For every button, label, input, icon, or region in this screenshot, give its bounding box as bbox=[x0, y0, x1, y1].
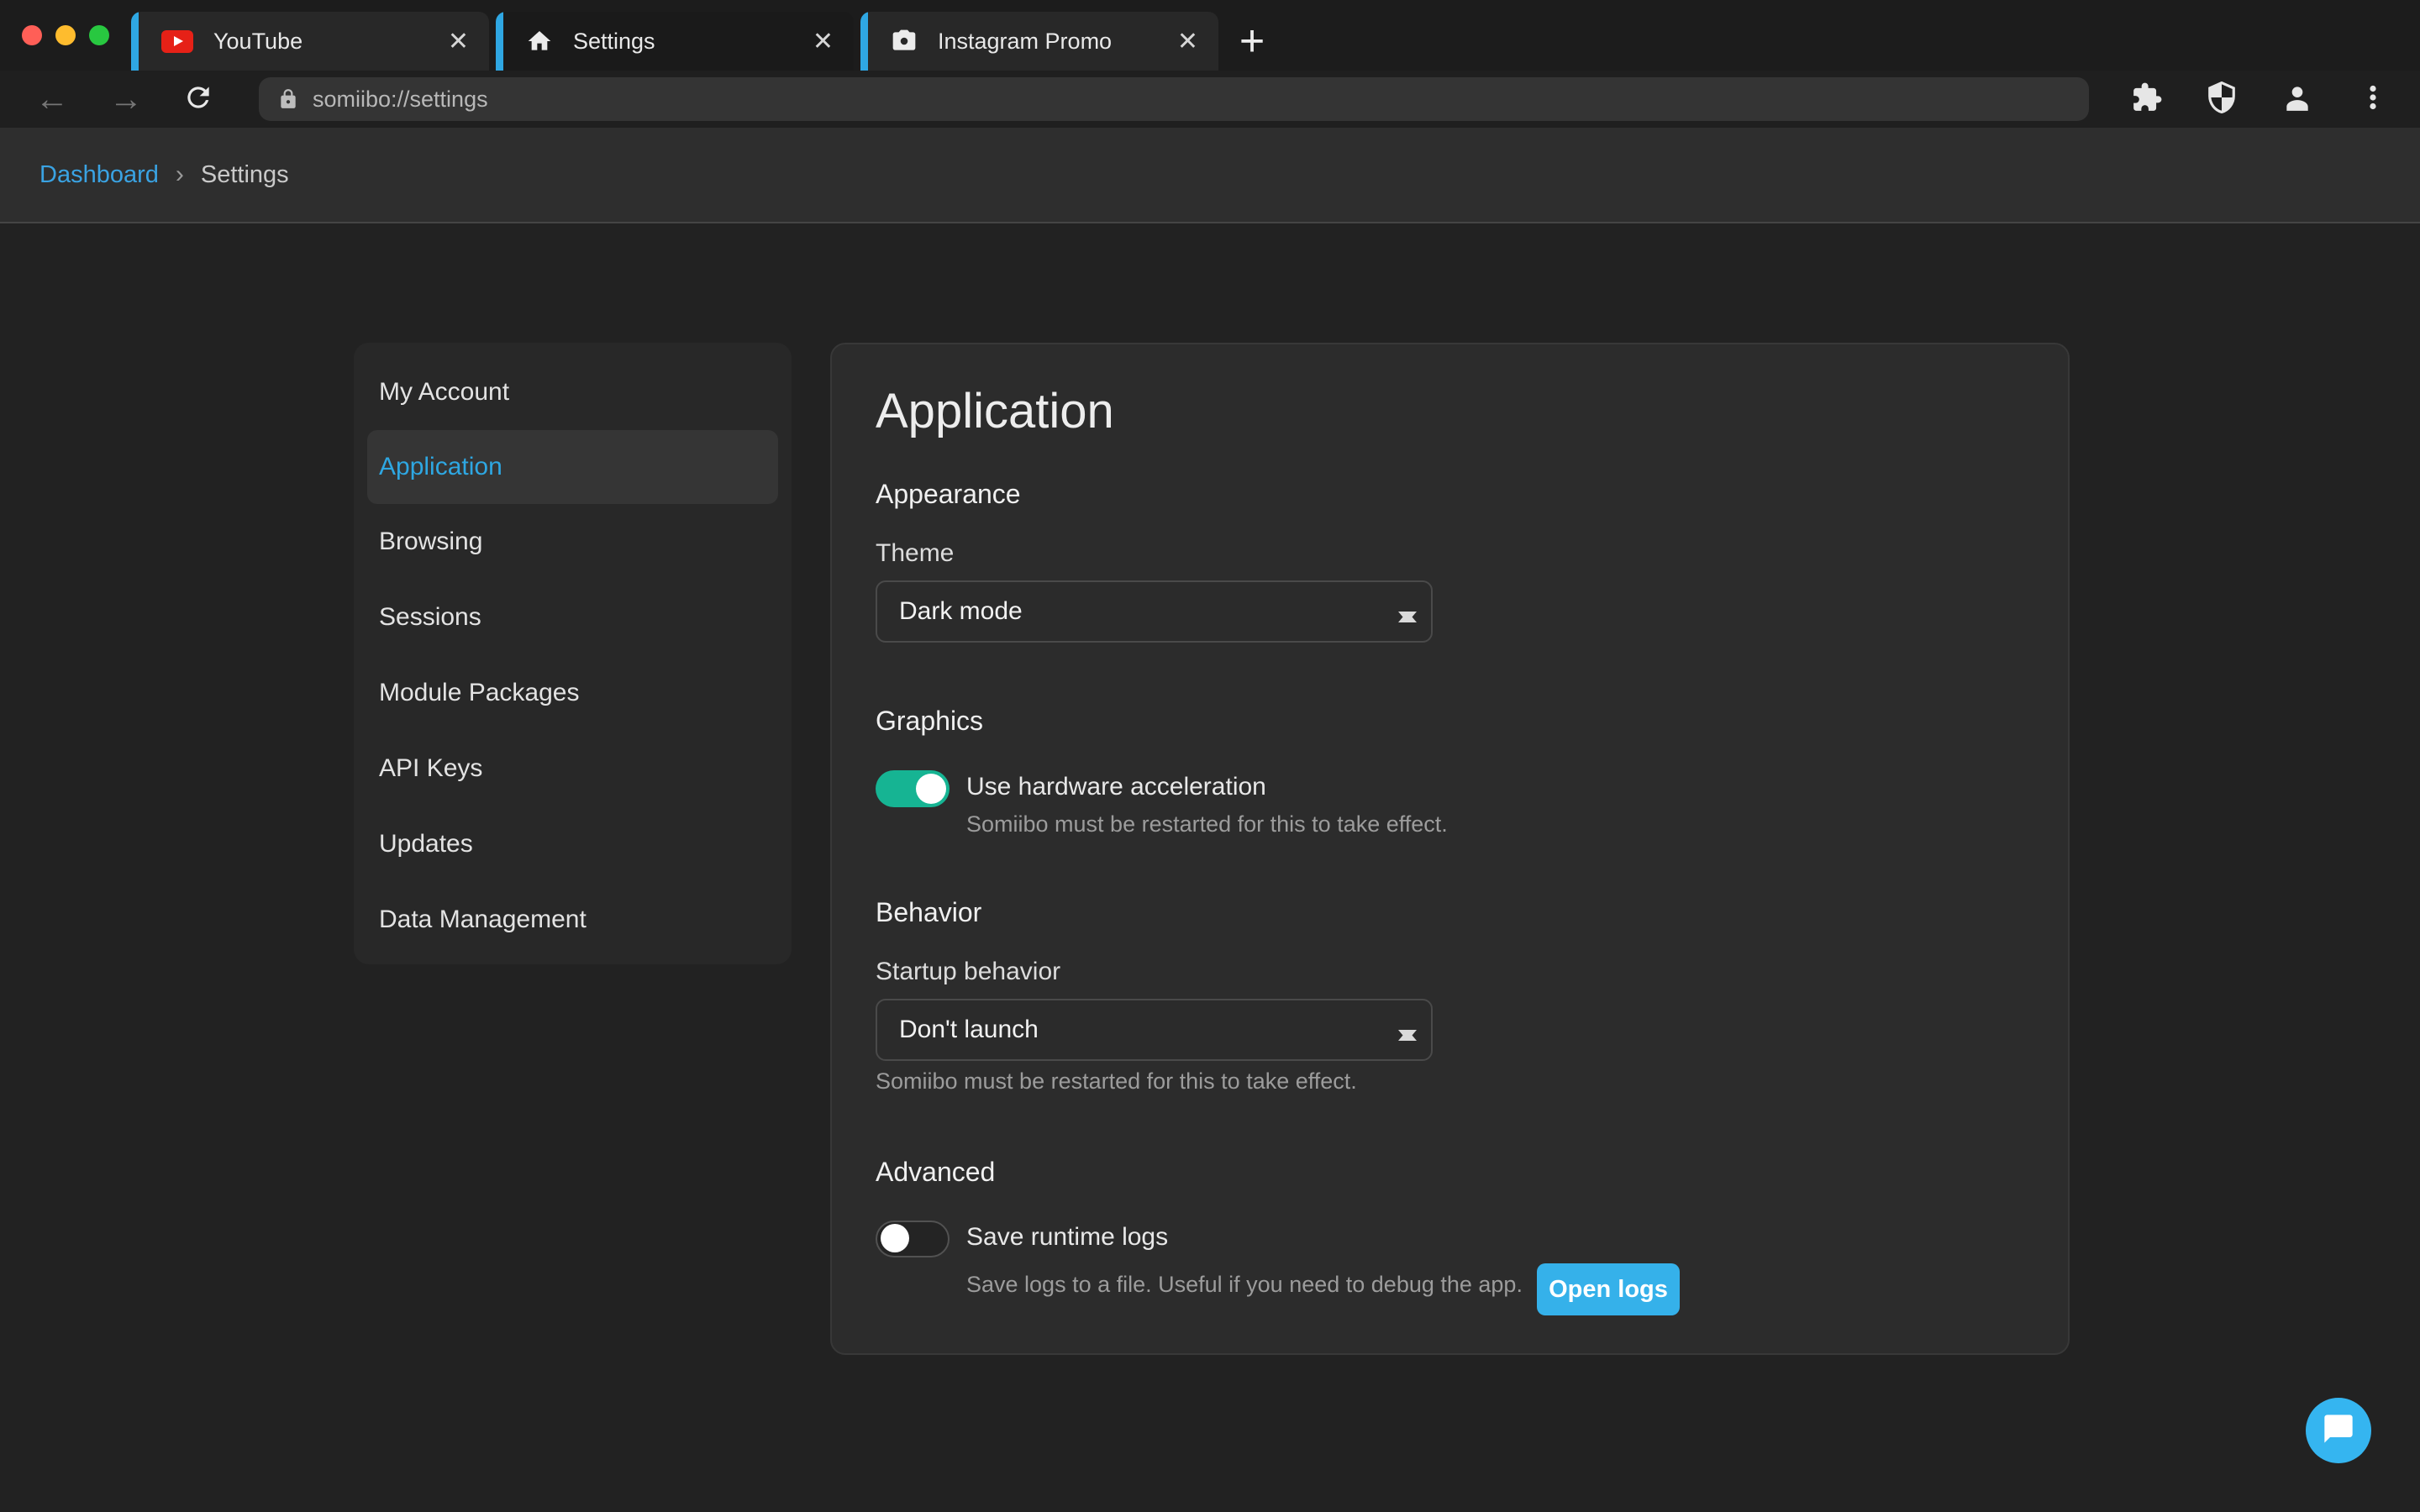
tab-instagram-promo[interactable]: Instagram Promo ✕ bbox=[860, 12, 1218, 71]
theme-select[interactable]: Dark mode bbox=[876, 580, 1433, 643]
theme-select-value: Dark mode bbox=[899, 597, 1023, 626]
browser-toolbar: ← → bbox=[0, 71, 2420, 128]
tab-title: Instagram Promo bbox=[938, 29, 1112, 55]
behavior-helper-text: Somiibo must be restarted for this to ta… bbox=[876, 1068, 1357, 1095]
startup-behavior-select-value: Don't launch bbox=[899, 1016, 1039, 1044]
close-window-button[interactable] bbox=[22, 25, 42, 45]
breadcrumb-dashboard-link[interactable]: Dashboard bbox=[39, 161, 159, 189]
sidebar-item-data-management[interactable]: Data Management bbox=[354, 882, 792, 958]
reload-icon bbox=[182, 81, 214, 118]
chat-bubble-icon bbox=[2322, 1412, 2355, 1450]
page-title: Application bbox=[876, 383, 1114, 439]
advanced-section-header: Advanced bbox=[876, 1157, 995, 1188]
tab-accent-stripe bbox=[496, 12, 503, 71]
breadcrumb: Dashboard › Settings bbox=[0, 128, 2420, 223]
menu-button[interactable] bbox=[2354, 71, 2392, 128]
appearance-section-header: Appearance bbox=[876, 479, 1021, 510]
back-arrow-icon: ← bbox=[35, 81, 69, 118]
kebab-menu-icon bbox=[2358, 82, 2388, 117]
toggle-knob bbox=[916, 774, 946, 804]
application-settings-panel: Application Appearance Theme Dark mode G… bbox=[830, 343, 2070, 1355]
sidebar-item-my-account[interactable]: My Account bbox=[354, 354, 792, 430]
toggle-knob bbox=[881, 1224, 909, 1252]
graphics-helper-text: Somiibo must be restarted for this to ta… bbox=[966, 811, 1448, 837]
settings-sidebar: My Account Application Browsing Sessions… bbox=[354, 343, 792, 964]
chevron-right-icon: › bbox=[176, 160, 184, 189]
save-runtime-logs-label: Save runtime logs bbox=[966, 1223, 1168, 1252]
minimize-window-button[interactable] bbox=[55, 25, 76, 45]
maximize-window-button[interactable] bbox=[89, 25, 109, 45]
camera-icon bbox=[891, 28, 918, 55]
theme-label: Theme bbox=[876, 539, 954, 568]
url-input[interactable] bbox=[311, 86, 2089, 113]
tab-title: Settings bbox=[573, 29, 655, 55]
hardware-acceleration-toggle[interactable] bbox=[876, 770, 950, 807]
sidebar-item-application[interactable]: Application bbox=[367, 430, 778, 504]
forward-button[interactable]: → bbox=[106, 71, 146, 128]
shield-button[interactable] bbox=[2202, 71, 2241, 128]
chat-fab-button[interactable] bbox=[2306, 1398, 2371, 1463]
sidebar-item-module-packages[interactable]: Module Packages bbox=[354, 655, 792, 731]
home-icon bbox=[526, 28, 553, 55]
hardware-acceleration-label: Use hardware acceleration bbox=[966, 773, 1266, 801]
titlebar: YouTube ✕ Settings ✕ Instagram Promo ✕ + bbox=[0, 0, 2420, 71]
save-runtime-logs-toggle[interactable] bbox=[876, 1221, 950, 1257]
puzzle-icon bbox=[2131, 81, 2163, 118]
startup-behavior-select[interactable]: Don't launch bbox=[876, 999, 1433, 1061]
sidebar-item-sessions[interactable]: Sessions bbox=[354, 580, 792, 655]
address-bar[interactable] bbox=[259, 77, 2089, 121]
tab-accent-stripe bbox=[131, 12, 139, 71]
sidebar-item-updates[interactable]: Updates bbox=[354, 806, 792, 882]
breadcrumb-current: Settings bbox=[201, 161, 289, 189]
graphics-section-header: Graphics bbox=[876, 706, 983, 737]
close-tab-icon[interactable]: ✕ bbox=[1177, 12, 1198, 71]
profile-button[interactable] bbox=[2278, 71, 2317, 128]
back-button[interactable]: ← bbox=[32, 71, 72, 128]
startup-behavior-label: Startup behavior bbox=[876, 958, 1060, 986]
tab-settings[interactable]: Settings ✕ bbox=[496, 12, 854, 71]
app-window: YouTube ✕ Settings ✕ Instagram Promo ✕ + bbox=[0, 0, 2420, 1512]
close-tab-icon[interactable]: ✕ bbox=[448, 12, 469, 71]
reload-button[interactable] bbox=[178, 71, 218, 128]
window-controls bbox=[22, 25, 109, 45]
tab-title: YouTube bbox=[213, 29, 302, 55]
sidebar-item-api-keys[interactable]: API Keys bbox=[354, 731, 792, 806]
close-tab-icon[interactable]: ✕ bbox=[813, 12, 834, 71]
new-tab-button[interactable]: + bbox=[1225, 12, 1279, 71]
tab-accent-stripe bbox=[860, 12, 868, 71]
youtube-logo-icon bbox=[161, 30, 193, 53]
sidebar-item-browsing[interactable]: Browsing bbox=[354, 504, 792, 580]
forward-arrow-icon: → bbox=[109, 81, 143, 118]
tab-strip: YouTube ✕ Settings ✕ Instagram Promo ✕ + bbox=[131, 12, 1279, 71]
tab-youtube[interactable]: YouTube ✕ bbox=[131, 12, 489, 71]
shield-icon bbox=[2206, 81, 2238, 118]
behavior-section-header: Behavior bbox=[876, 897, 981, 928]
person-icon bbox=[2281, 81, 2313, 118]
advanced-helper-text: Save logs to a file. Useful if you need … bbox=[966, 1272, 1523, 1298]
extensions-button[interactable] bbox=[2128, 71, 2166, 128]
lock-icon bbox=[277, 88, 299, 110]
open-logs-button[interactable]: Open logs bbox=[1537, 1263, 1680, 1315]
